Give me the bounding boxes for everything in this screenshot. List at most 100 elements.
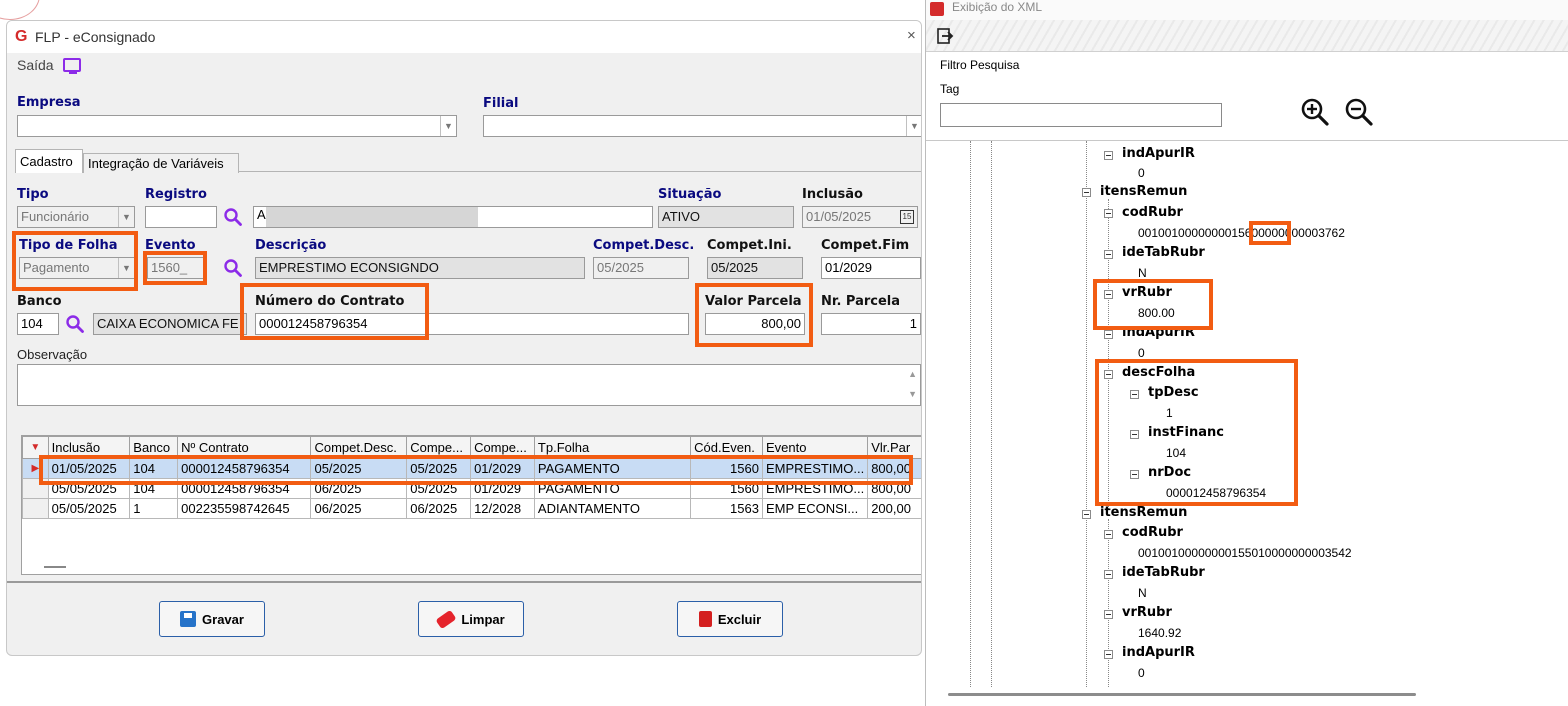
compet-desc-label: Compet.Desc. [593,238,695,253]
compet-fim-label: Compet.Fim [821,238,910,253]
tipo-label: Tipo [17,187,49,202]
highlight-box [39,455,913,485]
compet-fim-input[interactable]: 01/2029 [821,257,921,279]
highlight-box [240,283,429,340]
highlight-box [1095,359,1298,506]
table-row[interactable]: 05/05/2025 1 002235598742645 06/2025 06/… [22,498,921,519]
compet-ini-label: Compet.Ini. [707,238,792,253]
limpar-button[interactable]: Limpar [418,601,524,637]
collapse-toggle[interactable] [1104,330,1113,339]
horizontal-scrollbar[interactable] [948,693,1416,696]
chevron-down-icon[interactable]: ▼ [906,116,921,136]
search-icon[interactable] [223,207,243,227]
exit-icon[interactable] [936,27,954,45]
observacao-label: Observação [17,347,88,362]
scroll-down-icon[interactable]: ▼ [908,389,917,399]
search-icon[interactable] [65,314,85,334]
tree-guide [970,141,971,688]
chevron-down-icon[interactable]: ▼ [440,116,456,136]
tree-guide [1108,519,1109,688]
collapse-toggle[interactable] [1104,610,1113,619]
gravar-button[interactable]: Gravar [159,601,265,637]
scroll-up-icon[interactable]: ▲ [908,369,917,379]
nr-parcela-input[interactable]: 1 [821,313,921,335]
tree-node[interactable]: indApurIR [1122,645,1195,660]
table-cell: 06/2025 [406,498,472,519]
nome-field: A [253,206,653,228]
collapse-toggle[interactable] [1104,209,1113,218]
gravar-label: Gravar [202,611,244,627]
app-logo-icon: G [15,28,28,45]
tree-node[interactable]: codRubr [1122,205,1183,220]
inclusao-date[interactable]: 01/05/2025 15 [802,206,918,228]
collapse-toggle[interactable] [1104,250,1113,259]
tree-node[interactable]: vrRubr [1122,605,1172,620]
tree-node[interactable]: ideTabRubr [1122,565,1205,580]
banco-nome-field: CAIXA ECONOMICA FE [93,313,247,335]
highlight-box [1093,279,1213,330]
search-icon[interactable] [223,258,243,278]
collapse-toggle[interactable] [1082,510,1091,519]
chevron-down-icon[interactable]: ▼ [118,207,134,227]
decorative-arc [0,0,40,20]
xml-tree: indApurIR 0 itensRemun codRubr 001001000… [926,140,1568,688]
panel-divider [7,581,921,583]
collapse-toggle[interactable] [1104,570,1113,579]
tree-guide [991,141,992,688]
zoom-out-icon[interactable] [1344,97,1374,127]
table-cell: 1 [129,498,179,519]
compet-desc-field: 05/2025 [593,257,689,279]
tipo-select[interactable]: Funcionário ▼ [17,206,135,228]
tab-integracao[interactable]: Integração de Variáveis [83,153,239,173]
tree-value: 0 [1138,166,1145,180]
row-indicator [22,498,49,519]
grid-scrollbar[interactable] [44,566,66,568]
excluir-label: Excluir [717,611,762,627]
trash-icon [698,611,712,627]
excluir-button[interactable]: Excluir [677,601,783,637]
tree-node[interactable]: ideTabRubr [1122,245,1205,260]
close-icon[interactable]: × [907,27,916,44]
inclusao-value: 01/05/2025 [806,209,872,224]
descricao-field: EMPRESTIMO ECONSIGNDO [255,257,585,279]
registro-label: Registro [145,187,207,202]
situacao-field: ATIVO [658,206,794,228]
situacao-label: Situação [658,187,722,202]
banco-label: Banco [17,294,62,309]
tab-cadastro[interactable]: Cadastro [15,149,83,173]
monitor-icon[interactable] [63,58,81,74]
tree-value: 0010010000000015600000000003762 [1138,226,1345,240]
tree-node[interactable]: itensRemun [1100,505,1187,520]
table-cell: 002235598742645 [177,498,312,519]
registro-input[interactable] [145,206,217,228]
tree-value: 00100100000000155010000000003542 [1138,546,1352,560]
collapse-toggle[interactable] [1082,188,1091,197]
tree-node[interactable]: itensRemun [1100,184,1187,199]
redacted-block [266,207,478,227]
collapse-toggle[interactable] [1104,650,1113,659]
app-logo-icon [930,2,944,16]
banco-input[interactable]: 104 [17,313,59,335]
observacao-textarea[interactable]: ▲ ▼ [17,364,921,406]
xml-viewer-window: Exibição do XML Filtro Pesquisa Tag indA… [925,0,1568,706]
table-cell: 12/2028 [470,498,535,519]
collapse-toggle[interactable] [1104,151,1113,160]
eraser-icon [435,609,457,629]
highlight-box [143,251,207,285]
filial-select[interactable]: ▼ [483,115,921,137]
empresa-select[interactable]: ▼ [17,115,457,137]
calendar-icon[interactable]: 15 [900,210,914,224]
table-cell: ADIANTAMENTO [533,498,692,519]
tree-node[interactable]: codRubr [1122,525,1183,540]
highlight-box [12,231,138,291]
tree-value: N [1138,586,1147,600]
tree-node[interactable]: indApurIR [1122,146,1195,161]
xml-title-bar: Exibição do XML [926,0,1568,20]
collapse-toggle[interactable] [1104,530,1113,539]
tag-input[interactable] [940,103,1222,127]
tag-label: Tag [940,82,960,96]
zoom-in-icon[interactable] [1300,97,1330,127]
window-title: FLP - eConsignado [35,29,156,45]
nr-parcela-label: Nr. Parcela [821,294,901,309]
menu-saida[interactable]: Saída [17,57,54,73]
